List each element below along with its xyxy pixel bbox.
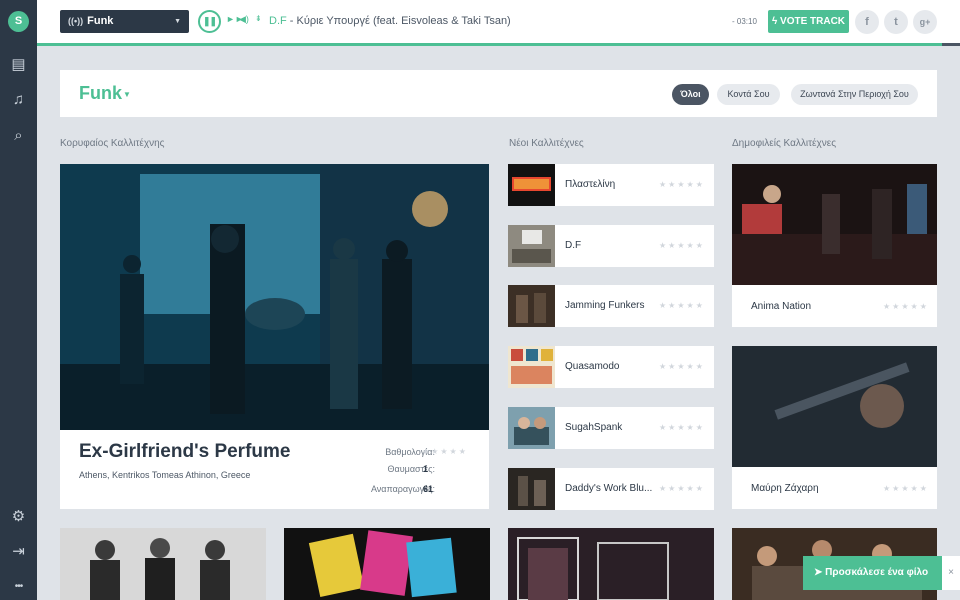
time-remaining: - 03:10 (732, 17, 757, 26)
plays-count: 61 (423, 484, 434, 494)
invite-friend-label: Προσκάλεσε ένα φίλο (825, 567, 929, 578)
top-artist-title: Κορυφαίος Καλλιτέχνης (60, 138, 165, 149)
playlist-icon[interactable]: ▤ (9, 55, 28, 74)
player-bar: ((•)) Funk ▼ ❚❚ ►► ◀) ⇟ D.F - Κύριε Υπουρ… (37, 0, 960, 43)
lightning-icon: ϟ (771, 16, 781, 27)
pause-button[interactable]: ❚❚ (198, 10, 221, 33)
now-playing-artist[interactable]: D.F (269, 15, 287, 27)
popular-artist-card[interactable]: Anima Nation ★★★★★ (732, 164, 937, 327)
radio-icon: ((•)) (68, 16, 84, 26)
new-artists-title: Νέοι Καλλιτέχνες (509, 138, 584, 149)
now-playing-sep: - (286, 15, 297, 27)
artist-name[interactable]: D.F (565, 240, 660, 251)
artist-name[interactable]: Anima Nation (751, 301, 811, 312)
top-artist-card[interactable]: Ex-Girlfriend's Perfume Athens, Kentriko… (60, 164, 489, 509)
artist-thumbnail (508, 225, 555, 267)
sidebar: S ▤ ♫ ⌕ ⚙ ⇥ ••• (0, 0, 37, 600)
vote-track-button[interactable]: ϟ VOTE TRACK (768, 10, 849, 33)
popular-artist-card[interactable]: Μαύρη Ζάχαρη ★★★★★ (732, 346, 937, 509)
fans-count: 1 (423, 464, 429, 474)
top-artist-name[interactable]: Ex-Girlfriend's Perfume (79, 441, 290, 463)
filter-all[interactable]: Όλοι (672, 84, 709, 105)
filter-near-you[interactable]: Κοντά Σου (717, 84, 780, 105)
artist-thumbnail (508, 468, 555, 510)
station-name: Funk (87, 15, 114, 27)
chevron-down-icon[interactable]: ▼ (123, 90, 131, 99)
filter-live-in-area[interactable]: Ζωντανά Στην Περιοχή Σου (791, 84, 918, 105)
volume-icon[interactable]: ◀) (239, 14, 249, 25)
vote-track-label: VOTE TRACK (780, 16, 846, 27)
artist-name[interactable]: Πλαστελίνη (565, 179, 660, 190)
popular-artists-title: Δημοφιλείς Καλλιτέχνες (732, 138, 837, 149)
top-artist-photo[interactable] (60, 164, 489, 430)
settings-icon[interactable]: ⚙ (9, 507, 28, 526)
artist-photo[interactable] (732, 164, 937, 285)
now-playing-title: Κύριε Υπουργέ (feat. Eisvoleas & Taki Ts… (296, 15, 511, 27)
rating-stars[interactable]: ★★★★★ (659, 423, 705, 432)
artist-thumbnail (508, 285, 555, 327)
send-icon: ➤ (814, 567, 826, 578)
invite-friend-button[interactable]: ➤ Προσκάλεσε ένα φίλο (803, 556, 942, 590)
artist-name[interactable]: Quasamodo (565, 361, 660, 372)
list-item[interactable]: Jamming Funkers ★★★★★ (508, 285, 714, 327)
track-progress-fill (37, 43, 942, 46)
twitter-icon[interactable]: t (884, 10, 908, 34)
chevron-down-icon: ▼ (174, 18, 181, 25)
facebook-icon[interactable]: f (855, 10, 879, 34)
rating-stars[interactable]: ★★★★★ (659, 241, 705, 250)
artist-card[interactable] (508, 528, 714, 600)
artist-card[interactable] (284, 528, 490, 600)
headphones-icon[interactable]: ♫ (9, 90, 28, 109)
rating-stars[interactable]: ★★★★★ (422, 447, 468, 456)
rating-stars[interactable]: ★★★★★ (659, 362, 705, 371)
rating-stars[interactable]: ★★★★★ (883, 302, 929, 311)
close-icon[interactable]: × (942, 556, 960, 590)
list-item[interactable]: SugahSpank ★★★★★ (508, 407, 714, 449)
filter-bar: Funk ▼ Όλοι Κοντά Σου Ζωντανά Στην Περιο… (60, 70, 937, 117)
artist-thumbnail (508, 407, 555, 449)
list-item[interactable]: Quasamodo ★★★★★ (508, 346, 714, 388)
more-icon[interactable]: ••• (9, 577, 28, 596)
artist-thumbnail (508, 346, 555, 388)
vote-arrow-icon: ⇟ (255, 14, 262, 23)
list-item[interactable]: D.F ★★★★★ (508, 225, 714, 267)
artist-card[interactable] (60, 528, 266, 600)
google-plus-icon[interactable]: g+ (913, 10, 937, 34)
now-playing: D.F - Κύριε Υπουργέ (feat. Eisvoleas & T… (269, 15, 511, 27)
artist-name[interactable]: Μαύρη Ζάχαρη (751, 483, 819, 494)
rating-stars[interactable]: ★★★★★ (659, 484, 705, 493)
search-icon[interactable]: ⌕ (9, 126, 28, 145)
artist-photo[interactable] (732, 346, 937, 467)
genre-select[interactable]: Funk (79, 83, 122, 104)
station-select[interactable]: ((•)) Funk ▼ (60, 10, 189, 33)
rating-stars[interactable]: ★★★★★ (659, 180, 705, 189)
track-progress[interactable] (37, 43, 960, 46)
rating-stars[interactable]: ★★★★★ (883, 484, 929, 493)
top-artist-location: Athens, Kentrikos Tomeas Athinon, Greece (79, 470, 251, 480)
artist-thumbnail (508, 164, 555, 206)
artist-name[interactable]: SugahSpank (565, 422, 660, 433)
logo-icon[interactable]: S (8, 11, 29, 32)
logout-icon[interactable]: ⇥ (9, 542, 28, 561)
list-item[interactable]: Πλαστελίνη ★★★★★ (508, 164, 714, 206)
list-item[interactable]: Daddy's Work Blu... ★★★★★ (508, 468, 714, 510)
artist-name[interactable]: Jamming Funkers (565, 300, 660, 311)
artist-name[interactable]: Daddy's Work Blu... (565, 483, 660, 494)
rating-stars[interactable]: ★★★★★ (659, 301, 705, 310)
